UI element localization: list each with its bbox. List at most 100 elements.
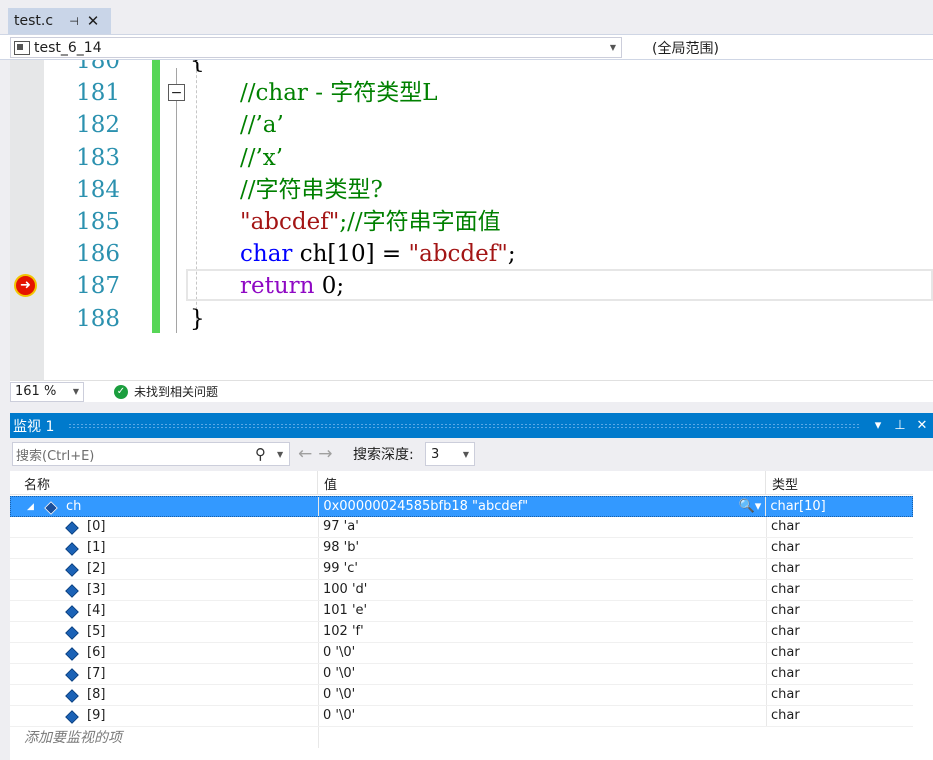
check-circle-icon: ✓ xyxy=(114,384,128,399)
search-depth-dropdown[interactable]: 3 ▼ xyxy=(425,442,475,466)
column-header-type[interactable]: 类型 xyxy=(766,471,913,494)
project-scope-dropdown[interactable]: test_6_14 ▼ xyxy=(10,37,622,58)
watch-row[interactable]: [3] 100 'd' char xyxy=(10,580,913,601)
add-watch-placeholder[interactable]: 添加要监视的项 xyxy=(10,727,318,748)
close-icon[interactable]: ✕ xyxy=(911,418,933,433)
watch-row[interactable]: [0] 97 'a' char xyxy=(10,517,913,538)
watch-row[interactable]: [7] 0 '\0' char xyxy=(10,664,913,685)
watch-row[interactable]: [1] 98 'b' char xyxy=(10,538,913,559)
watch-row[interactable]: [9] 0 '\0' char xyxy=(10,706,913,727)
column-header-value[interactable]: 值 xyxy=(318,471,766,494)
watch-panel-title: 监视 1 xyxy=(13,418,55,435)
change-tracking-bar xyxy=(152,60,160,333)
value-cell[interactable]: 0 '\0' xyxy=(318,685,766,705)
variable-name: [3] xyxy=(87,582,106,597)
line-number: 188 xyxy=(76,306,120,332)
watch-grid[interactable]: 名称 值 类型 ◢ ch 0x00000024585bfb18 "abcdef" 🔍▾… xyxy=(10,471,913,760)
code-line: //’a’ xyxy=(240,112,284,138)
collapse-icon[interactable]: − xyxy=(168,84,185,101)
type-cell: char xyxy=(766,685,913,705)
value-cell[interactable]: 0 '\0' xyxy=(318,643,766,663)
name-cell[interactable]: [9] xyxy=(10,706,318,726)
type-cell: char xyxy=(766,643,913,663)
code-line: } xyxy=(190,306,205,332)
name-cell[interactable]: [8] xyxy=(10,685,318,705)
pin-icon[interactable]: ⊣ xyxy=(64,15,84,28)
drag-grip[interactable] xyxy=(68,422,859,429)
arrow-right-icon[interactable]: → xyxy=(318,444,332,464)
value-cell[interactable]: 99 'c' xyxy=(318,559,766,579)
name-cell[interactable]: [2] xyxy=(10,559,318,579)
name-cell[interactable]: [3] xyxy=(10,580,318,600)
variable-name: [9] xyxy=(87,708,106,723)
name-cell[interactable]: [4] xyxy=(10,601,318,621)
issues-status[interactable]: ✓ 未找到相关问题 xyxy=(114,383,218,400)
variable-value: 0 '\0' xyxy=(323,708,356,723)
name-cell[interactable]: [1] xyxy=(10,538,318,558)
line-number: 185 xyxy=(76,209,120,235)
name-cell[interactable]: [7] xyxy=(10,664,318,684)
value-cell[interactable]: 0 '\0' xyxy=(318,706,766,726)
name-cell[interactable]: [5] xyxy=(10,622,318,642)
type-cell: char xyxy=(766,538,913,558)
chevron-down-icon: ▼ xyxy=(609,43,617,52)
name-cell[interactable]: ◢ ch xyxy=(11,497,318,516)
value-cell[interactable]: 102 'f' xyxy=(318,622,766,642)
zoom-level: 161 % xyxy=(15,384,57,399)
editor-status-bar: 161 % ▼ ✓ 未找到相关问题 xyxy=(10,380,933,402)
collapse-triangle-icon[interactable]: ◢ xyxy=(27,497,34,517)
value-cell[interactable]: 98 'b' xyxy=(318,538,766,558)
value-cell[interactable]: 101 'e' xyxy=(318,601,766,621)
code-editor[interactable]: ➜ − 180 { 181 //char - 字符类型L 182 //’a’ 1… xyxy=(10,60,933,380)
chevron-down-icon[interactable]: ▼ xyxy=(277,450,289,459)
zoom-dropdown[interactable]: 161 % ▼ xyxy=(10,381,84,402)
line-number: 180 xyxy=(76,60,120,74)
watch-row[interactable]: [5] 102 'f' char xyxy=(10,622,913,643)
watch-search-input[interactable]: 搜索(Ctrl+E) ⚲ ▼ xyxy=(12,442,290,466)
code-text: ch[10] = xyxy=(292,241,409,267)
tab-test-c[interactable]: test.c ⊣ ✕ xyxy=(8,8,111,34)
arrow-left-icon[interactable]: ← xyxy=(298,444,312,464)
watch-row[interactable]: [6] 0 '\0' char xyxy=(10,643,913,664)
breakpoint-margin[interactable] xyxy=(10,60,44,380)
variable-icon xyxy=(65,668,77,680)
outline-line xyxy=(176,68,177,333)
variable-value: 99 'c' xyxy=(323,561,358,576)
pin-icon[interactable]: ⊥ xyxy=(889,418,911,433)
line-number: 184 xyxy=(76,177,120,203)
variable-icon xyxy=(65,605,77,617)
watch-row[interactable]: [2] 99 'c' char xyxy=(10,559,913,580)
variable-value: 0x00000024585bfb18 "abcdef" xyxy=(323,499,529,514)
column-header-name[interactable]: 名称 xyxy=(10,471,318,494)
visualizer-search-icon[interactable]: 🔍▾ xyxy=(739,497,762,517)
code-text: 0; xyxy=(314,273,345,299)
window-menu-icon[interactable]: ▾ xyxy=(867,418,889,433)
name-cell[interactable]: [0] xyxy=(10,517,318,537)
line-number: 186 xyxy=(76,241,120,267)
variable-name: [0] xyxy=(87,519,106,534)
line-number: 183 xyxy=(76,145,120,171)
variable-icon xyxy=(65,626,77,638)
value-cell[interactable]: 100 'd' xyxy=(318,580,766,600)
add-watch-row[interactable]: 添加要监视的项 xyxy=(10,727,913,748)
value-cell[interactable]: 0 '\0' xyxy=(318,664,766,684)
watch-row-selected[interactable]: ◢ ch 0x00000024585bfb18 "abcdef" 🔍▾ char[10] xyxy=(10,496,913,517)
value-cell[interactable]: 0x00000024585bfb18 "abcdef" 🔍▾ xyxy=(318,497,765,516)
close-icon[interactable]: ✕ xyxy=(84,12,102,30)
search-placeholder: 搜索(Ctrl+E) xyxy=(16,448,95,464)
search-icon[interactable]: ⚲ xyxy=(255,445,277,463)
value-cell[interactable]: 97 'a' xyxy=(318,517,766,537)
name-cell[interactable]: [6] xyxy=(10,643,318,663)
variable-value: 101 'e' xyxy=(323,603,368,618)
type-cell: char xyxy=(766,559,913,579)
type-cell: char xyxy=(766,601,913,621)
variable-name: [5] xyxy=(87,624,106,639)
vertical-scrollbar[interactable] xyxy=(913,471,933,760)
variable-name: [4] xyxy=(87,603,106,618)
global-scope-dropdown[interactable]: (全局范围) xyxy=(628,37,933,58)
variable-name: [2] xyxy=(87,561,106,576)
watch-row[interactable]: [8] 0 '\0' char xyxy=(10,685,913,706)
watch-row[interactable]: [4] 101 'e' char xyxy=(10,601,913,622)
issues-message: 未找到相关问题 xyxy=(134,385,219,399)
line-number: 182 xyxy=(76,112,120,138)
